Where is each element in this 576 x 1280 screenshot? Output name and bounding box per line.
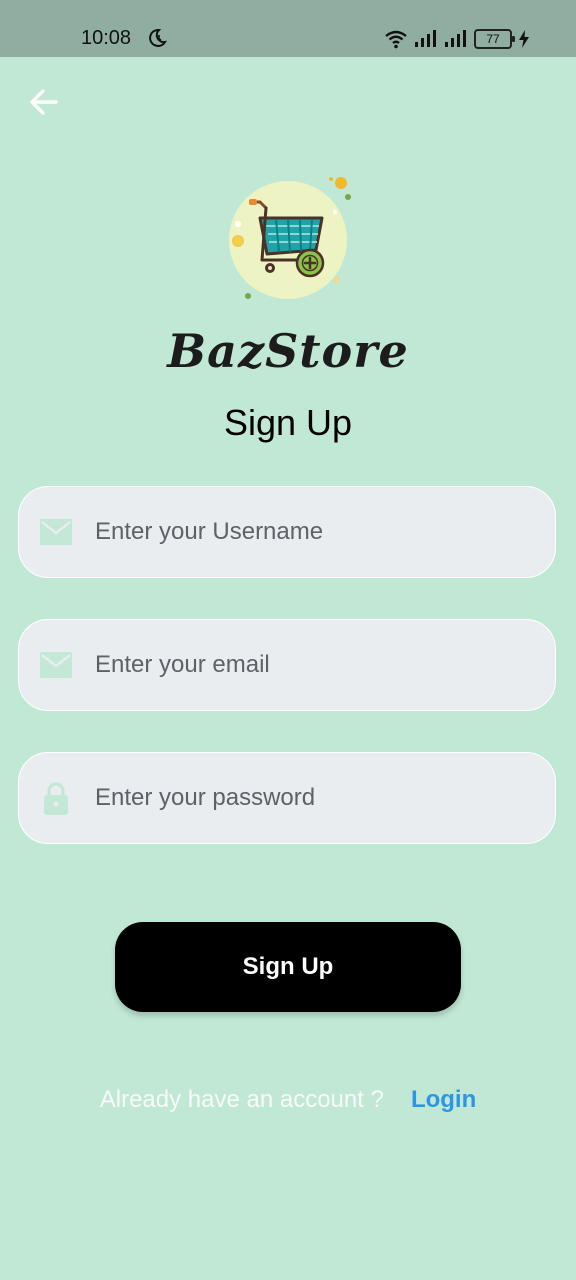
status-icons: 77 [384,28,530,50]
page-title: Sign Up [223,402,353,443]
login-prompt: Already have an account ? Login [0,1086,576,1114]
account-text: Already have an account ? [99,1086,384,1113]
shopping-cart-logo [229,177,351,299]
email-field[interactable] [18,619,556,711]
status-bar: 10:08 77 [0,0,576,57]
signup-button[interactable]: Sign Up [115,922,461,1012]
moon-icon [149,28,167,47]
password-input[interactable] [93,753,535,843]
charging-icon [519,30,529,48]
email-input[interactable] [93,620,535,710]
status-time: 10:08 [81,27,132,49]
signal-icon [445,30,466,47]
battery-indicator: 77 [474,29,515,49]
mail-icon [40,519,72,545]
signal-icon [415,30,436,47]
username-field[interactable] [18,486,556,578]
wifi-icon [385,30,407,49]
mail-icon [40,652,72,678]
back-arrow-icon[interactable] [26,84,62,120]
password-field[interactable] [18,752,556,844]
brand-name: BazStore [167,324,409,378]
lock-icon [44,782,68,815]
username-input[interactable] [93,487,535,577]
login-link[interactable]: Login [411,1086,476,1114]
